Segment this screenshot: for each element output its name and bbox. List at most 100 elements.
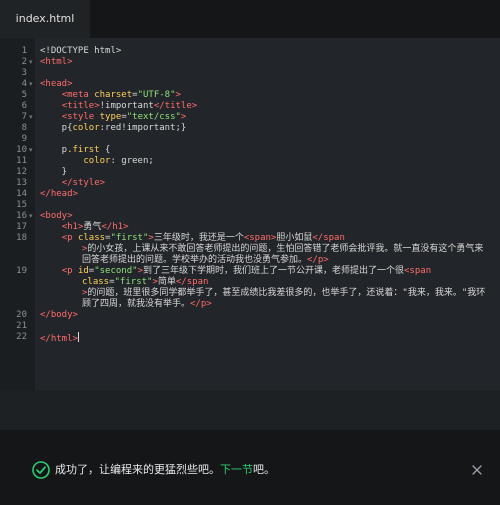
line-number: 21 — [16, 321, 27, 331]
line-number: 6 — [21, 101, 27, 111]
code-line: >的问题，班里很多同学都举手了，甚至成绩比我差很多的，也举手了，还说着："我来，… — [0, 288, 500, 309]
code-line: 20 </body> — [0, 310, 500, 321]
line-number: 3 — [21, 68, 27, 78]
code-token: > — [180, 112, 187, 122]
code-text: <head> — [40, 79, 73, 90]
code-line: class="first">简单</span — [0, 277, 500, 288]
line-number: 2 — [21, 57, 27, 67]
code-token: <html> — [40, 57, 73, 67]
code-token: :red!important;} — [99, 123, 187, 133]
code-text: <!DOCTYPE html> — [40, 46, 121, 57]
code-line: 22 </html> — [0, 332, 500, 345]
code-wrapped-text: >的小女孩，上课从来不敢回答老师提出的问题，生怕回答错了老师会批评我。就一直没有… — [82, 244, 492, 266]
code-text: <title>!important</title> — [40, 101, 197, 112]
code-token: { — [99, 145, 111, 155]
code-token: </span — [312, 233, 345, 243]
code-token: <h1> — [61, 222, 84, 232]
code-token: </h1> — [101, 222, 129, 232]
code-text: <html> — [40, 57, 73, 68]
line-number: 13 — [16, 178, 27, 188]
close-icon[interactable] — [470, 463, 484, 477]
tab-index-html[interactable]: index.html — [0, 0, 90, 38]
code-token: 三年级时，我还是一个 — [153, 233, 244, 243]
code-token: color — [72, 123, 100, 133]
fold-arrow-icon[interactable]: ▾ — [29, 112, 35, 123]
line-number: 12 — [16, 167, 27, 177]
code-text: </html> — [40, 332, 79, 345]
code-text: </head> — [40, 189, 78, 200]
code-token: </html> — [40, 334, 78, 344]
code-line: 9 — [0, 134, 500, 145]
code-token: class — [82, 277, 110, 287]
fold-arrow-icon[interactable]: ▾ — [29, 57, 35, 68]
code-wrapped-text: >的问题，班里很多同学都举手了，甚至成绩比我差很多的，也举手了，还说着："我来，… — [82, 288, 492, 310]
code-line: 1 <!DOCTYPE html> — [0, 46, 500, 57]
code-token: <span — [404, 266, 432, 276]
code-token: 勇气 — [83, 222, 102, 232]
code-token: } — [40, 167, 68, 177]
code-line: 15 — [0, 200, 500, 211]
code-line: 4 ▾ <head> — [0, 79, 500, 90]
code-token: .first — [67, 145, 100, 155]
code-line: 2 ▾ <html> — [0, 57, 500, 68]
code-text: <style type="text/css"> — [40, 112, 187, 123]
code-line: 17 <h1>勇气</h1> — [0, 222, 500, 233]
code-text: <h1>勇气</h1> — [40, 222, 129, 233]
code-token: <span> — [243, 233, 277, 243]
toast-message-suffix: 吧。 — [253, 463, 275, 476]
code-token: </title> — [153, 101, 198, 111]
editor-empty-area — [0, 390, 500, 430]
line-number: 19 — [16, 266, 27, 276]
code-line: 7 ▾ <style type="text/css"> — [0, 112, 500, 123]
fold-arrow-icon[interactable]: ▾ — [29, 145, 35, 156]
toast-message-prefix: 成功了，让编程来的更猛烈些吧。 — [55, 463, 220, 476]
code-token: <p — [61, 266, 78, 276]
code-text: color: green; — [40, 156, 154, 167]
line-number: 18 — [16, 233, 27, 243]
code-line: 16 ▾ <body> — [0, 211, 500, 222]
code-text: <body> — [40, 211, 73, 222]
code-text: p.first { — [40, 145, 111, 156]
code-token: p — [40, 145, 68, 155]
code-line: 3 — [0, 68, 500, 79]
code-token: 胆小如鼠 — [276, 233, 313, 243]
line-number: 17 — [16, 222, 27, 232]
code-wrapped-text: class="first">简单</span — [82, 277, 492, 288]
code-line: >的小女孩，上课从来不敢回答老师提出的问题，生怕回答错了老师会批评我。就一直没有… — [0, 244, 500, 265]
code-editor[interactable]: 1 <!DOCTYPE html> 2 ▾ <html> 3 4 ▾ <head> 5 <meta… — [0, 38, 500, 390]
code-token: type — [99, 112, 122, 122]
code-line: 5 <meta charset="UTF-8"> — [0, 90, 500, 101]
code-token: <style — [61, 112, 100, 122]
code-editor-window: index.html 1 <!DOCTYPE html> 2 ▾ <html> 3 4 ▾ <h… — [0, 0, 500, 505]
code-text: p{color:red!important;} — [40, 123, 187, 134]
fold-arrow-icon[interactable]: ▾ — [29, 79, 35, 90]
code-line: 18 <p class="first">三年级时，我还是一个<span>胆小如鼠… — [0, 233, 500, 244]
line-number: 11 — [16, 156, 27, 166]
line-number: 1 — [21, 46, 27, 56]
line-number: 22 — [16, 332, 27, 342]
code-text: <p id="second">到了三年级下学期时，我们班上了一节公开课，老师提出… — [40, 266, 431, 277]
code-line: 6 <title>!important</title> — [0, 101, 500, 112]
line-number: 5 — [21, 90, 27, 100]
code-token: <title> — [61, 101, 100, 111]
code-token: 简单 — [157, 277, 176, 287]
code-token: 到了三年级下学期时，我们班上了一节公开课，老师提出了一个很 — [143, 266, 405, 276]
check-circle-icon — [32, 461, 50, 479]
line-number: 7 — [21, 112, 27, 122]
next-section-link[interactable]: 下一节 — [220, 463, 253, 476]
code-token: id — [77, 266, 89, 276]
code-token: > — [175, 90, 181, 100]
code-token: <body> — [40, 211, 73, 221]
code-token: : green; — [110, 156, 154, 166]
code-line: 21 — [0, 321, 500, 332]
code-text: <meta charset="UTF-8"> — [40, 90, 181, 101]
fold-arrow-icon[interactable]: ▾ — [29, 211, 35, 222]
code-text: </style> — [40, 178, 105, 189]
code-token: </head> — [40, 189, 78, 199]
code-text: </body> — [40, 310, 78, 321]
code-text: <p class="first">三年级时，我还是一个<span>胆小如鼠</s… — [40, 233, 345, 244]
code-token: "text/css" — [126, 112, 181, 122]
